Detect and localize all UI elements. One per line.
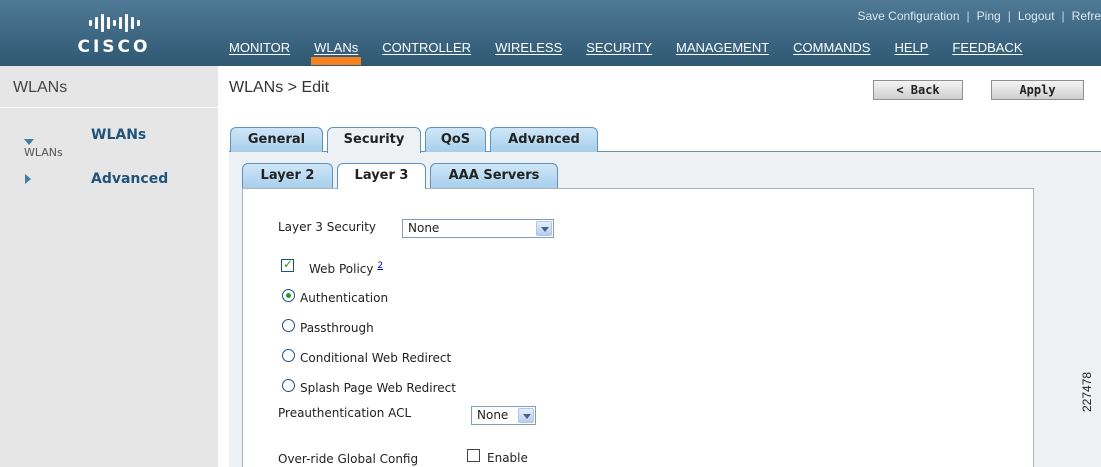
cisco-logo: CISCO: [68, 12, 160, 60]
web-policy-checkbox[interactable]: [281, 257, 294, 272]
sidebar-item-advanced[interactable]: Advanced: [91, 171, 168, 187]
top-links: Save Configuration | Ping | Logout | Refre: [857, 9, 1101, 23]
top-header: CISCO Save Configuration | Ping | Logout | Ref…: [0, 0, 1101, 66]
triangle-down-icon[interactable]: [24, 139, 34, 145]
menu-help[interactable]: HELP: [894, 40, 928, 66]
menu-feedback[interactable]: FEEDBACK: [952, 40, 1022, 66]
sidebar: WLANs WLANs WLANs Advanced: [0, 66, 218, 467]
preauth-acl-select[interactable]: None: [471, 406, 536, 425]
logout-link[interactable]: Logout: [1018, 9, 1055, 23]
override-enable-label: Enable: [487, 451, 528, 465]
authentication-radio[interactable]: [282, 289, 295, 302]
save-configuration-link[interactable]: Save Configuration: [857, 9, 959, 23]
sidebar-divider: [0, 107, 218, 108]
subtab-aaa-servers[interactable]: AAA Servers: [430, 163, 558, 188]
menu-wlans[interactable]: WLANs: [311, 40, 362, 66]
web-policy-label: Web Policy 2: [309, 261, 384, 276]
sidebar-item-wlans[interactable]: WLANs: [91, 127, 146, 143]
authentication-label: Authentication: [300, 291, 389, 305]
menu-monitor[interactable]: MONITOR: [229, 40, 290, 66]
menu-management[interactable]: MANAGEMENT: [676, 40, 769, 66]
menu-commands[interactable]: COMMANDS: [793, 40, 870, 66]
splash-page-web-redirect-label: Splash Page Web Redirect: [300, 381, 456, 395]
passthrough-radio[interactable]: [282, 319, 295, 332]
override-global-config-label: Over-ride Global Config: [278, 452, 419, 466]
dropdown-arrow-icon: [518, 408, 534, 423]
menu-wireless[interactable]: WIRELESS: [495, 40, 562, 66]
page-title: WLANs > Edit: [229, 79, 330, 96]
back-button[interactable]: < Back: [873, 80, 963, 100]
tab-general[interactable]: General: [230, 127, 323, 152]
preauth-acl-label: Preauthentication ACL: [278, 406, 412, 420]
ping-link[interactable]: Ping: [977, 9, 1001, 23]
menu-controller[interactable]: CONTROLLER: [382, 40, 471, 66]
sidebar-subitem-wlans[interactable]: WLANs: [24, 146, 63, 159]
menu-security[interactable]: SECURITY: [586, 40, 652, 66]
apply-button[interactable]: Apply: [991, 80, 1084, 100]
figure-number: 227478: [1080, 371, 1094, 412]
tab-qos[interactable]: QoS: [425, 127, 486, 152]
layer3-security-select[interactable]: None: [402, 219, 554, 238]
layer3-security-label: Layer 3 Security: [278, 220, 376, 234]
triangle-right-icon[interactable]: [25, 174, 31, 184]
subtab-layer3[interactable]: Layer 3: [337, 163, 426, 189]
sidebar-title: WLANs: [13, 79, 68, 96]
cisco-logo-text: CISCO: [77, 37, 151, 57]
dropdown-arrow-icon: [536, 221, 552, 236]
tab-advanced[interactable]: Advanced: [490, 127, 598, 152]
tab-security[interactable]: Security: [327, 127, 421, 153]
layer3-security-value: None: [408, 221, 440, 235]
passthrough-label: Passthrough: [300, 321, 374, 335]
preauth-acl-value: None: [477, 408, 509, 422]
conditional-web-redirect-radio[interactable]: [282, 349, 295, 362]
subtab-layer2[interactable]: Layer 2: [242, 163, 333, 188]
refresh-link[interactable]: Refre: [1072, 9, 1101, 23]
cisco-logo-bars: [68, 12, 160, 34]
splash-page-web-redirect-radio[interactable]: [282, 379, 295, 392]
footnote-link[interactable]: 2: [377, 261, 383, 271]
conditional-web-redirect-label: Conditional Web Redirect: [300, 351, 452, 365]
override-enable-checkbox[interactable]: [467, 449, 480, 462]
main-menu: MONITOR WLANs CONTROLLER WIRELESS SECURI…: [229, 40, 1047, 66]
